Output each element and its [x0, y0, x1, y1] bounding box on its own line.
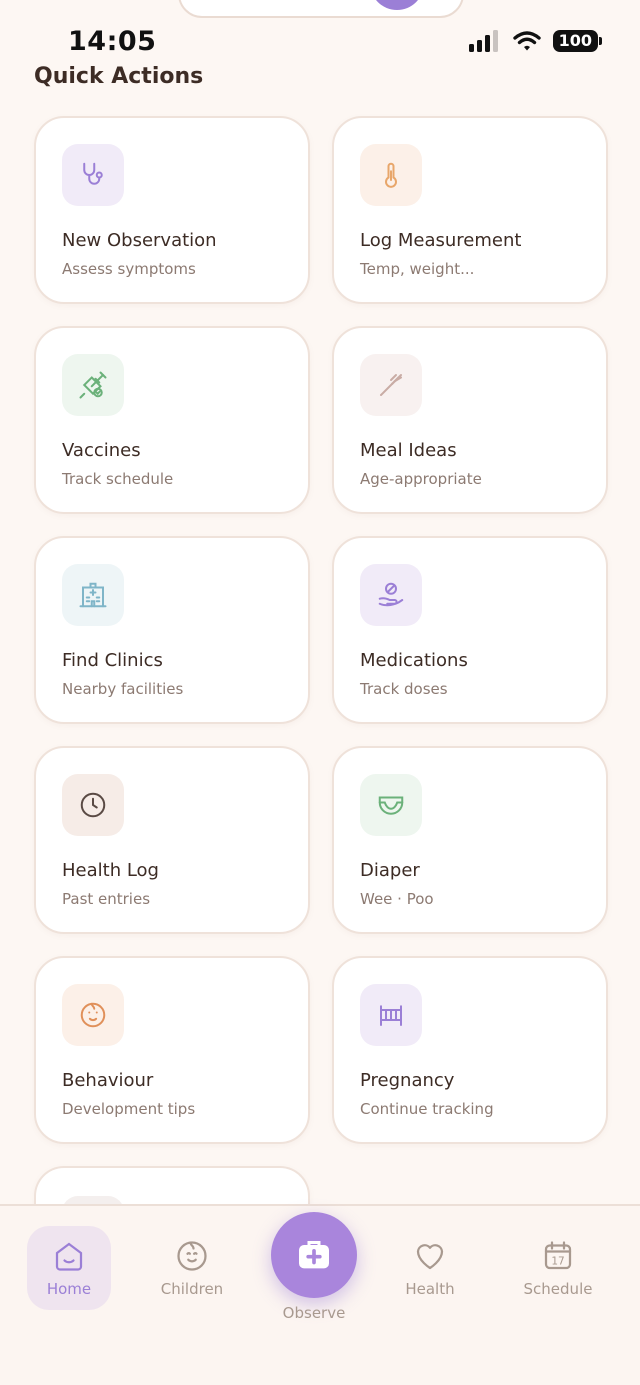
baby-face-icon	[177, 1241, 207, 1271]
nav-schedule-label: Schedule	[523, 1280, 593, 1298]
section-title: Quick Actions	[34, 64, 204, 89]
card-icon-bg	[360, 564, 422, 626]
card-subtitle: Track schedule	[62, 470, 174, 488]
heart-icon	[416, 1244, 444, 1270]
nav-health-label: Health	[405, 1280, 455, 1298]
wifi-icon	[512, 31, 541, 51]
card-title: Health Log	[62, 860, 159, 881]
card-medications[interactable]: Medications Track doses	[332, 536, 608, 724]
card-title: Pregnancy	[360, 1070, 455, 1091]
calendar-day-text: 17	[551, 1255, 564, 1267]
card-subtitle: Assess symptoms	[62, 260, 196, 278]
crib-icon	[380, 1005, 402, 1026]
card-subtitle: Wee · Poo	[360, 890, 434, 908]
syringe-icon	[79, 371, 107, 399]
card-subtitle: Nearby facilities	[62, 680, 184, 698]
card-subtitle: Track doses	[360, 680, 448, 698]
nav-home[interactable]: Home	[27, 1226, 111, 1310]
card-subtitle: Age-appropriate	[360, 470, 482, 488]
card-icon-bg	[62, 564, 124, 626]
hospital-icon	[79, 582, 107, 608]
diaper-icon	[378, 796, 404, 815]
card-icon-bg	[360, 354, 422, 416]
medical-kit-icon	[299, 1241, 329, 1269]
card-title: Find Clinics	[62, 650, 163, 671]
card-title: Behaviour	[62, 1070, 154, 1091]
card-title: New Observation	[62, 230, 217, 251]
card-behaviour[interactable]: Behaviour Development tips	[34, 956, 310, 1144]
nav-health[interactable]: Health	[388, 1226, 472, 1310]
status-icons: 100	[468, 30, 603, 52]
card-subtitle: Temp, weight...	[360, 260, 475, 278]
card-title: Vaccines	[62, 440, 141, 461]
quick-actions-grid: New Observation Assess symptoms Log Meas…	[34, 116, 608, 1226]
card-title: Diaper	[360, 860, 420, 881]
card-icon-bg	[62, 984, 124, 1046]
battery-indicator: 100	[552, 30, 603, 52]
card-pregnancy[interactable]: Pregnancy Continue tracking	[332, 956, 608, 1144]
stethoscope-icon	[83, 162, 103, 185]
bottom-nav: Home Children Observe Health 17 Schedule	[0, 1204, 640, 1385]
status-time: 14:05	[68, 26, 157, 57]
observe-button[interactable]	[271, 1212, 357, 1298]
card-title: Medications	[360, 650, 468, 671]
card-new-observation[interactable]: New Observation Assess symptoms	[34, 116, 310, 304]
pill-hand-icon	[378, 582, 404, 607]
card-title: Log Measurement	[360, 230, 522, 251]
card-meal-ideas[interactable]: Meal Ideas Age-appropriate	[332, 326, 608, 514]
card-icon-bg	[360, 144, 422, 206]
card-subtitle: Continue tracking	[360, 1100, 494, 1118]
card-health-log[interactable]: Health Log Past entries	[34, 746, 310, 934]
card-icon-bg	[62, 774, 124, 836]
nav-home-label: Home	[46, 1280, 92, 1298]
signal-icon	[468, 30, 498, 52]
nav-schedule[interactable]: 17 Schedule	[516, 1226, 600, 1310]
card-icon-bg	[62, 144, 124, 206]
card-icon-bg	[360, 984, 422, 1046]
clock-icon	[80, 792, 106, 818]
nav-children-label: Children	[160, 1280, 224, 1298]
nav-children[interactable]: Children	[150, 1226, 234, 1310]
baby-face-icon	[80, 1002, 106, 1028]
card-diaper[interactable]: Diaper Wee · Poo	[332, 746, 608, 934]
observe-label: Observe	[282, 1304, 346, 1322]
card-vaccines[interactable]: Vaccines Track schedule	[34, 326, 310, 514]
fork-icon	[380, 374, 402, 396]
thermometer-icon	[385, 162, 397, 188]
card-icon-bg	[62, 354, 124, 416]
card-find-clinics[interactable]: Find Clinics Nearby facilities	[34, 536, 310, 724]
card-subtitle: Past entries	[62, 890, 151, 908]
card-log-measurement[interactable]: Log Measurement Temp, weight...	[332, 116, 608, 304]
home-icon	[55, 1242, 83, 1271]
card-subtitle: Development tips	[62, 1100, 196, 1118]
card-icon-bg	[360, 774, 422, 836]
status-bar: 14:05 100	[0, 0, 640, 70]
card-title: Meal Ideas	[360, 440, 457, 461]
calendar-icon: 17	[544, 1241, 572, 1270]
